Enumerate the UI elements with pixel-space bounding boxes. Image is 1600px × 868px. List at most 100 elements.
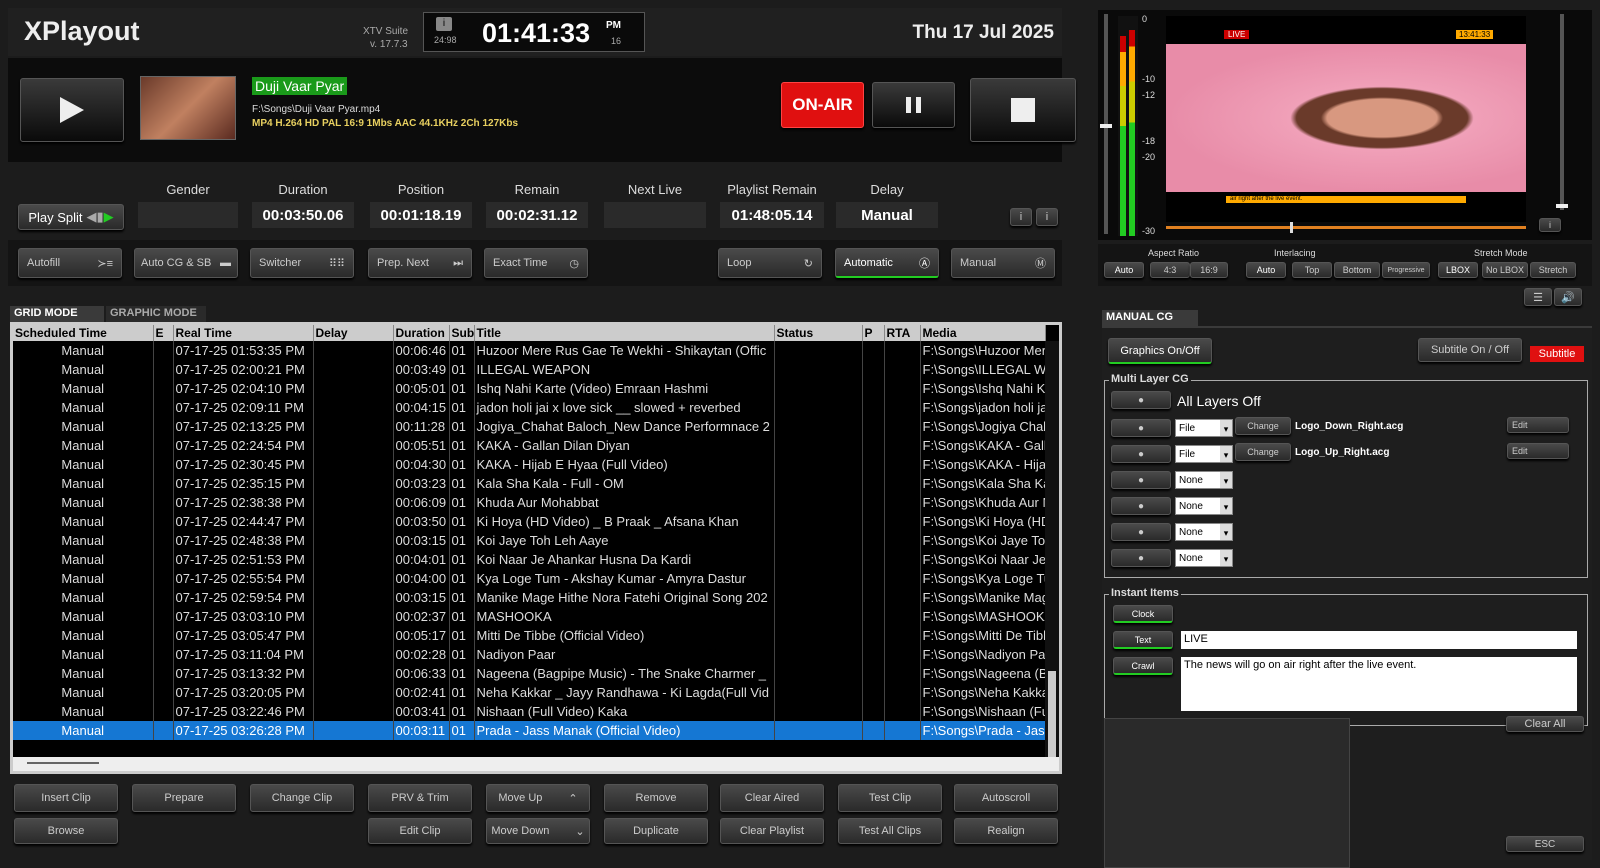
subtitle-badge[interactable]: Subtitle <box>1530 346 1584 362</box>
on-air-button[interactable]: ON-AIR <box>781 82 864 128</box>
autofill-button[interactable]: Autofill ≻≡ <box>18 248 122 278</box>
table-row[interactable]: Manual 07-17-25 03:22:46 PM 00:03:41 01 Nish… <box>13 702 1046 721</box>
prep-next-button[interactable]: Prep. Next ⏭ <box>368 248 472 278</box>
table-row[interactable]: Manual 07-17-25 02:48:38 PM 00:03:15 01 Koi … <box>13 531 1046 550</box>
stop-button[interactable] <box>970 78 1076 142</box>
play-split-button[interactable]: Play Split ◀▮ ▶ <box>18 204 124 230</box>
clear-all-button[interactable]: Clear All <box>1506 716 1584 732</box>
bottom-remove-button[interactable]: Remove <box>604 784 708 812</box>
tab-graphic-mode[interactable]: GRAPHIC MODE <box>106 306 206 322</box>
bottom-prepare-button[interactable]: Prepare <box>132 784 236 812</box>
bottom-clear-aired-button[interactable]: Clear Aired <box>720 784 824 812</box>
crawl-button[interactable]: Crawl <box>1113 657 1173 675</box>
exact-time-button[interactable]: Exact Time ◷ <box>484 248 588 278</box>
table-row[interactable]: Manual 07-17-25 03:03:10 PM 00:02:37 01 MASH… <box>13 607 1046 626</box>
layer-type-select[interactable]: File <box>1175 419 1233 437</box>
grid-col-header[interactable]: Status <box>774 325 863 341</box>
table-row[interactable]: Manual 07-17-25 02:51:53 PM 00:04:01 01 Koi … <box>13 550 1046 569</box>
grid-col-header[interactable]: Title <box>474 325 775 341</box>
table-row[interactable]: Manual 07-17-25 02:13:25 PM 00:11:28 01 Jogi… <box>13 417 1046 436</box>
bottom-test-clip-button[interactable]: Test Clip <box>838 784 942 812</box>
layer-toggle-button[interactable]: ● <box>1111 471 1171 489</box>
interlace-auto-button[interactable]: Auto <box>1246 262 1286 278</box>
esc-button[interactable]: ESC <box>1506 836 1584 852</box>
volume-thumb-right[interactable] <box>1556 204 1568 208</box>
layer-type-select[interactable]: None <box>1175 523 1233 541</box>
stretch-nolbox-button[interactable]: No LBOX <box>1482 262 1528 278</box>
preview-progress-thumb[interactable] <box>1290 222 1293 233</box>
text-button[interactable]: Text <box>1113 631 1173 649</box>
table-row[interactable]: Manual 07-17-25 03:13:32 PM 00:06:33 01 Nage… <box>13 664 1046 683</box>
table-row[interactable]: Manual 07-17-25 02:30:45 PM 00:04:30 01 KAKA… <box>13 455 1046 474</box>
automatic-button[interactable]: Automatic Ⓐ <box>835 248 939 278</box>
text-input[interactable]: LIVE <box>1181 631 1577 649</box>
loop-button[interactable]: Loop ↻ <box>718 248 822 278</box>
clock-button[interactable]: Clock <box>1113 605 1173 623</box>
bottom-insert-clip-button[interactable]: Insert Clip <box>14 784 118 812</box>
layer-type-select[interactable]: None <box>1175 471 1233 489</box>
layer-type-select[interactable]: File <box>1175 445 1233 463</box>
volume-thumb-left[interactable] <box>1100 124 1112 128</box>
table-row[interactable]: Manual 07-17-25 02:35:15 PM 00:03:23 01 Kala… <box>13 474 1046 493</box>
volume-slider-left[interactable] <box>1100 14 1112 234</box>
table-row[interactable]: Manual 07-17-25 02:38:38 PM 00:06:09 01 Khud… <box>13 493 1046 512</box>
aspect-43-button[interactable]: 4:3 <box>1150 262 1190 278</box>
subtitle-onoff-button[interactable]: Subtitle On / Off <box>1418 338 1522 362</box>
interlace-top-button[interactable]: Top <box>1292 262 1332 278</box>
mixer-icon[interactable]: ☰ <box>1524 288 1552 306</box>
aspect-169-button[interactable]: 16:9 <box>1190 262 1228 278</box>
grid-col-header[interactable]: Scheduled Time <box>13 325 154 341</box>
autocg-button[interactable]: Auto CG & SB ▬ <box>134 248 238 278</box>
layer-edit-button[interactable]: Edit <box>1507 443 1569 459</box>
speaker-icon[interactable]: 🔊 <box>1554 288 1582 306</box>
table-row[interactable]: Manual 07-17-25 02:24:54 PM 00:05:51 01 KAKA… <box>13 436 1046 455</box>
grid-col-header[interactable]: P <box>862 325 885 341</box>
tab-manual-cg[interactable]: MANUAL CG <box>1102 310 1198 326</box>
grid-col-header[interactable]: Sub <box>449 325 475 341</box>
layer-change-button[interactable]: Change <box>1235 417 1291 435</box>
grid-col-header[interactable]: Duration <box>393 325 450 341</box>
grid-scroll-thumb[interactable] <box>1048 671 1056 757</box>
pause-button[interactable] <box>872 82 955 128</box>
layer-type-select[interactable]: None <box>1175 549 1233 567</box>
bottom-autoscroll-button[interactable]: Autoscroll <box>954 784 1058 812</box>
table-row[interactable]: Manual 07-17-25 03:05:47 PM 00:05:17 01 Mitt… <box>13 626 1046 645</box>
graphics-onoff-button[interactable]: Graphics On/Off <box>1108 338 1212 364</box>
aspect-auto-button[interactable]: Auto <box>1104 262 1144 278</box>
table-row[interactable]: Manual 07-17-25 03:11:04 PM 00:02:28 01 Nadi… <box>13 645 1046 664</box>
layer-toggle-button[interactable]: ● <box>1111 445 1171 463</box>
preview-info-icon[interactable]: i <box>1539 218 1561 232</box>
grid-col-header[interactable]: RTA <box>884 325 921 341</box>
all-layers-off-toggle[interactable]: ● <box>1111 391 1171 409</box>
stretch-button[interactable]: Stretch <box>1530 262 1576 278</box>
grid-hscrollbar[interactable] <box>13 757 1059 771</box>
bottom-move-up-button[interactable]: Move Up ⌃ <box>486 784 590 812</box>
layer-toggle-button[interactable]: ● <box>1111 523 1171 541</box>
info-icon-2[interactable]: i <box>1036 208 1058 226</box>
table-row[interactable]: Manual 07-17-25 01:53:35 PM 00:06:46 01 Huzo… <box>13 341 1046 360</box>
manual-button[interactable]: Manual Ⓜ <box>951 248 1055 278</box>
volume-slider-right[interactable] <box>1556 14 1568 210</box>
info-icon-1[interactable]: i <box>1010 208 1032 226</box>
layer-change-button[interactable]: Change <box>1235 443 1291 461</box>
crawl-input[interactable]: The news will go on air right after the … <box>1181 657 1577 711</box>
layer-type-select[interactable]: None <box>1175 497 1233 515</box>
table-row[interactable]: Manual 07-17-25 02:09:11 PM 00:04:15 01 jado… <box>13 398 1046 417</box>
bottom-move-down-button[interactable]: Move Down ⌄ <box>486 818 590 844</box>
grid-hscroll-thumb[interactable] <box>27 762 99 764</box>
table-row[interactable]: Manual 07-17-25 02:00:21 PM 00:03:49 01 ILLE… <box>13 360 1046 379</box>
bottom-browse-button[interactable]: Browse <box>14 818 118 844</box>
bottom-change-clip-button[interactable]: Change Clip <box>250 784 354 812</box>
layer-toggle-button[interactable]: ● <box>1111 497 1171 515</box>
bottom-prv-trim-button[interactable]: PRV & Trim <box>368 784 472 812</box>
table-row[interactable]: Manual 07-17-25 03:20:05 PM 00:02:41 01 Neha… <box>13 683 1046 702</box>
play-button[interactable] <box>20 78 124 142</box>
layer-toggle-button[interactable]: ● <box>1111 419 1171 437</box>
bottom-clear-playlist-button[interactable]: Clear Playlist <box>720 818 824 844</box>
switcher-button[interactable]: Switcher ⠿⠿ <box>250 248 354 278</box>
table-row[interactable]: Manual 07-17-25 02:59:54 PM 00:03:15 01 Mani… <box>13 588 1046 607</box>
grid-col-header[interactable]: Real Time <box>173 325 314 341</box>
bottom-test-all-clips-button[interactable]: Test All Clips <box>838 818 942 844</box>
table-row[interactable]: Manual 07-17-25 02:04:10 PM 00:05:01 01 Ishq… <box>13 379 1046 398</box>
layer-edit-button[interactable]: Edit <box>1507 417 1569 433</box>
